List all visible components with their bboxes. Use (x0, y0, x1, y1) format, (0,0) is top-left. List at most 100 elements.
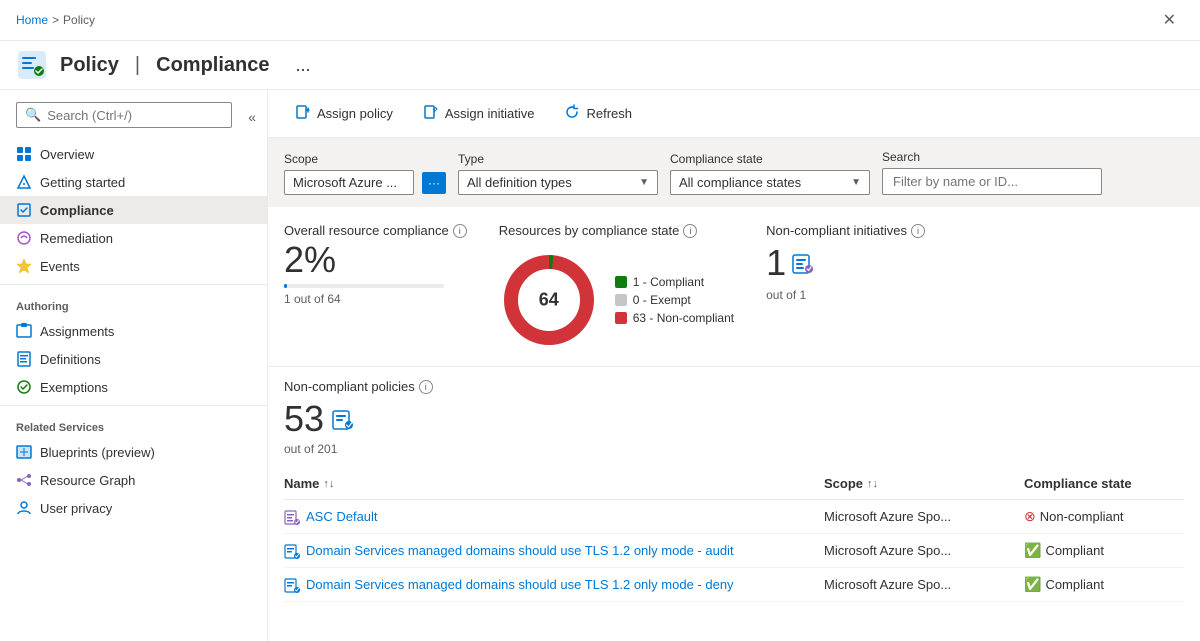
search-label: Search (882, 150, 1102, 164)
sidebar-item-overview[interactable]: Overview (0, 140, 267, 168)
compliance-state-filter: Compliance state All compliance states ▼ (670, 152, 870, 195)
type-filter: Type All definition types ▼ (458, 152, 658, 195)
page-icon (16, 49, 48, 81)
donut-info-icon[interactable]: i (683, 224, 697, 238)
getting-started-icon (16, 174, 32, 190)
remediation-icon (16, 230, 32, 246)
sidebar-item-label: Assignments (40, 324, 114, 339)
filter-search-input[interactable] (882, 168, 1102, 195)
sidebar-item-label: Definitions (40, 352, 101, 367)
overall-compliance-value: 2% (284, 242, 467, 278)
donut-title: Resources by compliance state i (499, 223, 734, 238)
row-scope: Microsoft Azure Spo... (824, 509, 1024, 524)
assign-policy-button[interactable]: Assign policy (284, 98, 404, 129)
initiatives-title: Non-compliant initiatives i (766, 223, 925, 238)
progress-bar-fill (284, 284, 287, 288)
row-name: Domain Services managed domains should u… (284, 543, 824, 559)
initiatives-info-icon[interactable]: i (911, 224, 925, 238)
sidebar: 🔍 « Overview Getting started Compliance (0, 90, 268, 641)
sidebar-item-label: Remediation (40, 231, 113, 246)
top-bar: Home > Policy ✕ (0, 0, 1200, 41)
scope-sort-icon[interactable]: ↑↓ (867, 478, 878, 490)
sidebar-item-resource-graph[interactable]: Resource Graph (0, 466, 267, 494)
scope-edit-button[interactable]: ··· (422, 172, 446, 194)
refresh-icon (564, 104, 580, 123)
sidebar-item-label: Compliance (40, 203, 114, 218)
initiative-row-icon (284, 509, 300, 525)
overall-info-icon[interactable]: i (453, 224, 467, 238)
row-state: ✅ Compliant (1024, 576, 1184, 593)
events-icon (16, 258, 32, 274)
search-filter: Search (882, 150, 1102, 195)
sidebar-item-compliance[interactable]: Compliance (0, 196, 267, 224)
sidebar-item-assignments[interactable]: Assignments (0, 317, 267, 345)
type-label: Type (458, 152, 658, 166)
assign-initiative-icon (423, 104, 439, 123)
legend-exempt: 0 - Exempt (615, 293, 734, 307)
type-value: All definition types (467, 175, 572, 190)
type-chevron: ▼ (639, 177, 649, 188)
assign-initiative-button[interactable]: Assign initiative (412, 98, 546, 129)
initiative-icon (792, 252, 814, 274)
name-sort-icon[interactable]: ↑↓ (323, 478, 334, 490)
sidebar-search[interactable]: 🔍 (16, 102, 232, 128)
close-button[interactable]: ✕ (1155, 6, 1184, 34)
scope-filter: Scope Microsoft Azure ... ··· (284, 152, 446, 195)
sidebar-item-events[interactable]: Events (0, 252, 267, 280)
non-compliant-label: 63 - Non-compliant (633, 311, 734, 325)
scope-label: Scope (284, 152, 446, 166)
col-state-header: Compliance state (1024, 476, 1184, 491)
policies-sub: out of 201 (284, 442, 1184, 456)
breadcrumb-home[interactable]: Home (16, 13, 48, 27)
blueprints-icon (16, 444, 32, 460)
type-select[interactable]: All definition types ▼ (458, 170, 658, 195)
page-title-separator: | (135, 54, 140, 77)
policies-title: Non-compliant policies i (284, 379, 1184, 394)
row-name-link[interactable]: Domain Services managed domains should u… (306, 543, 734, 558)
policies-section: Non-compliant policies i 53 out of 201 (268, 367, 1200, 468)
compliance-state-label: Compliance state (670, 152, 870, 166)
page-title: Policy (60, 54, 119, 77)
sidebar-item-remediation[interactable]: Remediation (0, 224, 267, 252)
assign-policy-icon (295, 104, 311, 123)
search-icon: 🔍 (25, 107, 41, 123)
assign-initiative-label: Assign initiative (445, 106, 535, 121)
refresh-label: Refresh (586, 106, 632, 121)
sidebar-item-exemptions[interactable]: Exemptions (0, 373, 267, 401)
row-name-link[interactable]: ASC Default (306, 509, 378, 524)
compliance-state-select[interactable]: All compliance states ▼ (670, 170, 870, 195)
sidebar-item-label: User privacy (40, 501, 112, 516)
breadcrumb-current: Policy (63, 13, 95, 27)
refresh-button[interactable]: Refresh (553, 98, 643, 129)
progress-bar (284, 284, 444, 288)
row-name: ASC Default (284, 509, 824, 525)
sidebar-collapse-button[interactable]: « (244, 105, 260, 129)
sidebar-item-user-privacy[interactable]: User privacy (0, 494, 267, 522)
assignments-icon (16, 323, 32, 339)
compliant-dot (615, 276, 627, 288)
stats-area: Overall resource compliance i 2% 1 out o… (268, 207, 1200, 367)
scope-select[interactable]: Microsoft Azure ... (284, 170, 414, 195)
donut-legend: 1 - Compliant 0 - Exempt 63 - Non-compli… (615, 275, 734, 325)
donut-chart: 64 (499, 250, 599, 350)
policies-info-icon[interactable]: i (419, 380, 433, 394)
resource-graph-icon (16, 472, 32, 488)
sidebar-item-blueprints[interactable]: Blueprints (preview) (0, 438, 267, 466)
table-row: Domain Services managed domains should u… (284, 534, 1184, 568)
exempt-label: 0 - Exempt (633, 293, 691, 307)
table-header: Name ↑↓ Scope ↑↓ Compliance state (284, 468, 1184, 500)
overall-compliance-block: Overall resource compliance i 2% 1 out o… (284, 223, 467, 306)
row-name: Domain Services managed domains should u… (284, 577, 824, 593)
initiatives-block: Non-compliant initiatives i 1 out of 1 (766, 223, 925, 302)
row-name-link[interactable]: Domain Services managed domains should u… (306, 577, 734, 592)
policy-icon (332, 408, 354, 430)
table-area: Name ↑↓ Scope ↑↓ Compliance state (268, 468, 1200, 602)
sidebar-item-label: Blueprints (preview) (40, 445, 155, 460)
page-subtitle: Compliance (156, 54, 269, 77)
sidebar-item-getting-started[interactable]: Getting started (0, 168, 267, 196)
exempt-dot (615, 294, 627, 306)
ellipsis-button[interactable]: ... (289, 53, 316, 78)
policies-value: 53 (284, 398, 1184, 440)
sidebar-item-definitions[interactable]: Definitions (0, 345, 267, 373)
search-input[interactable] (47, 108, 223, 123)
